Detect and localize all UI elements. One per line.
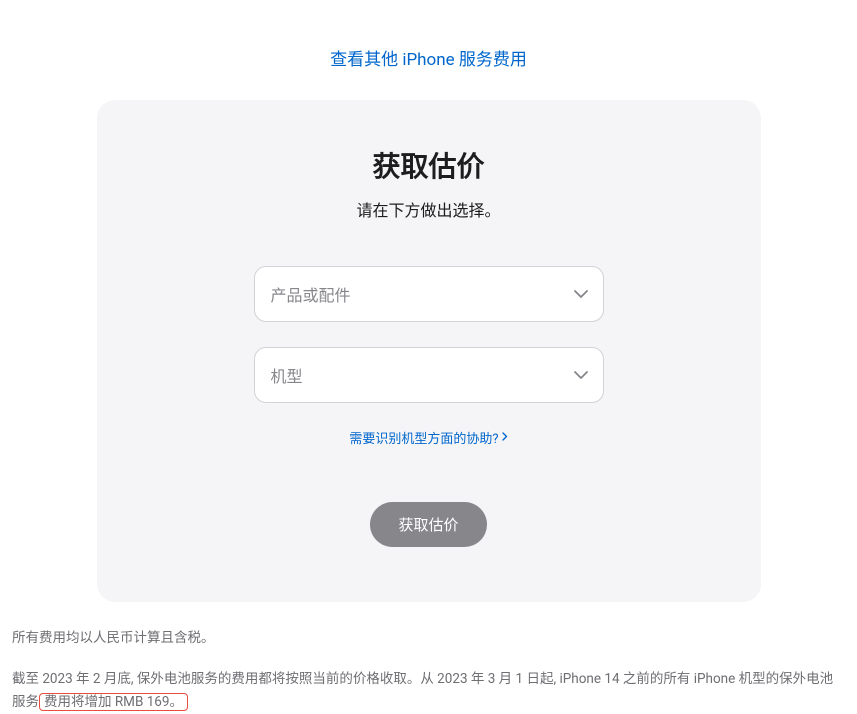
- footer-note-2: 截至 2023 年 2 月底, 保外电池服务的费用都将按照当前的价格收取。从 2…: [12, 668, 845, 714]
- estimate-card: 获取估价 请在下方做出选择。 产品或配件 机型 需要识别机型方面: [97, 100, 761, 602]
- footer-notes: 所有费用均以人民币计算且含税。 截至 2023 年 2 月底, 保外电池服务的费…: [10, 602, 847, 714]
- price-increase-highlight: 费用将增加 RMB 169。: [39, 693, 188, 711]
- card-title: 获取估价: [157, 145, 701, 185]
- identify-model-help-link[interactable]: 需要识别机型方面的协助?: [349, 428, 507, 447]
- product-select-placeholder: 产品或配件: [271, 282, 351, 306]
- other-services-link[interactable]: 查看其他 iPhone 服务费用: [330, 50, 527, 70]
- model-select-placeholder: 机型: [271, 363, 303, 387]
- footer-note-1: 所有费用均以人民币计算且含税。: [12, 627, 845, 650]
- product-select[interactable]: 产品或配件: [254, 266, 604, 322]
- chevron-right-icon: [502, 430, 508, 445]
- get-estimate-button[interactable]: 获取估价: [370, 502, 486, 547]
- help-link-label: 需要识别机型方面的协助?: [349, 428, 498, 447]
- card-subtitle: 请在下方做出选择。: [157, 197, 701, 221]
- model-select[interactable]: 机型: [254, 347, 604, 403]
